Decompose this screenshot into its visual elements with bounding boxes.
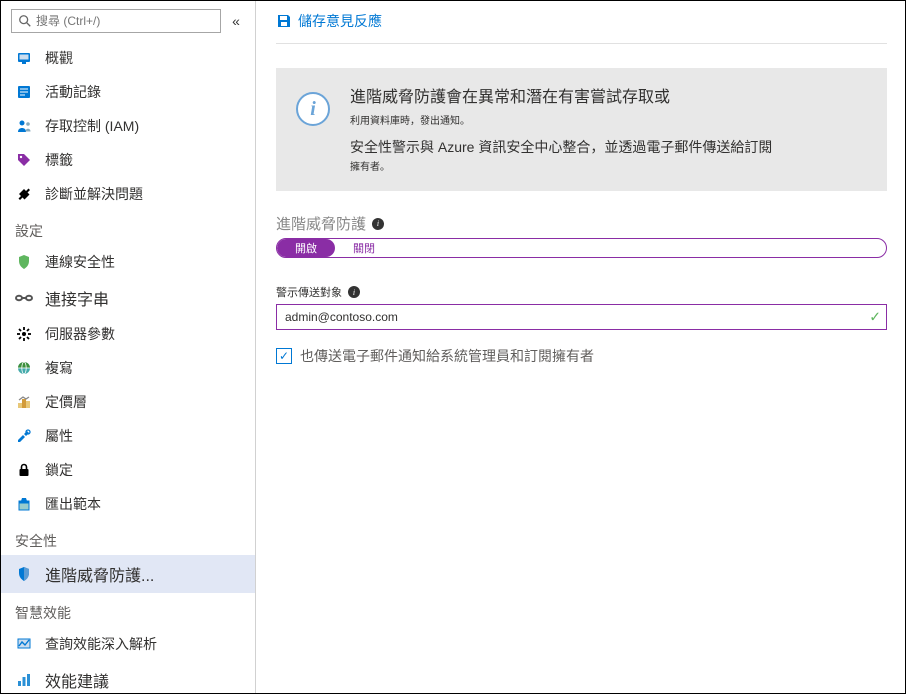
- properties-icon: [15, 427, 33, 445]
- save-icon: [276, 13, 292, 29]
- sidebar-item-diagnose[interactable]: 診斷並解決問題: [1, 177, 255, 211]
- sidebar-item-label: 診斷並解決問題: [45, 184, 241, 204]
- toolbar: 儲存意見反應: [276, 7, 887, 44]
- info-line2-sub: 擁有者。: [350, 158, 867, 173]
- sidebar-item-label: 活動記錄: [45, 82, 241, 102]
- sidebar-item-query-perf[interactable]: 查詢效能深入解析: [1, 627, 255, 661]
- sidebar-item-label: 查詢效能深入解析: [45, 634, 241, 654]
- sidebar-item-server-params[interactable]: 伺服器參數: [1, 317, 255, 351]
- sidebar-item-replication[interactable]: 複寫: [1, 351, 255, 385]
- alerts-input-row: ✓: [276, 304, 887, 330]
- sidebar-item-label: 複寫: [45, 358, 241, 378]
- save-button[interactable]: 儲存意見反應: [276, 11, 382, 31]
- atp-toggle-off[interactable]: 關閉: [335, 239, 393, 257]
- sidebar-item-properties[interactable]: 屬性: [1, 419, 255, 453]
- sidebar-item-label: 定價層: [45, 392, 241, 412]
- info-line1: 進階威脅防護會在異常和潛在有害嘗試存取或: [350, 86, 867, 110]
- server-params-icon: [15, 325, 33, 343]
- alerts-label: 警示傳送對象: [276, 284, 342, 300]
- info-line2: 安全性警示與 Azure 資訊安全中心整合，並透過電子郵件傳送給訂閱: [350, 137, 867, 158]
- sidebar-item-label: 連線安全性: [45, 252, 241, 272]
- section-header: 安全性: [1, 521, 255, 555]
- info-dot-icon[interactable]: i: [372, 218, 384, 230]
- conn-string-icon: [15, 289, 33, 307]
- search-icon: [18, 14, 32, 28]
- export-icon: [15, 495, 33, 513]
- sidebar-item-label: 匯出範本: [45, 494, 241, 514]
- sidebar-item-tags[interactable]: 標籤: [1, 143, 255, 177]
- atp-label-row: 進階威脅防護 i: [276, 213, 887, 234]
- sidebar-item-perf-rec[interactable]: 效能建議: [1, 661, 255, 693]
- collapse-sidebar-button[interactable]: «: [227, 13, 245, 29]
- sidebar-item-label: 伺服器參數: [45, 324, 241, 344]
- sidebar-item-atp[interactable]: 進階威脅防護...: [1, 555, 255, 593]
- section-header: 設定: [1, 211, 255, 245]
- main-content: 儲存意見反應 i 進階威脅防護會在異常和潛在有害嘗試存取或 利用資料庫時，發出通…: [256, 1, 905, 693]
- atp-label: 進階威脅防護: [276, 213, 366, 234]
- activity-icon: [15, 83, 33, 101]
- diagnose-icon: [15, 185, 33, 203]
- sidebar-item-label: 存取控制 (IAM): [45, 116, 241, 136]
- pricing-icon: [15, 393, 33, 411]
- atp-toggle-on[interactable]: 開啟: [277, 239, 335, 257]
- alerts-label-row: 警示傳送對象 i: [276, 284, 887, 300]
- info-icon: i: [296, 92, 330, 126]
- conn-security-icon: [15, 253, 33, 271]
- sidebar-item-export[interactable]: 匯出範本: [1, 487, 255, 521]
- sidebar: « 概觀活動記錄存取控制 (IAM) 標籤診斷並解決問題設定連線安全性連接字串伺服…: [1, 1, 256, 693]
- iam-icon: [15, 117, 33, 135]
- sidebar-item-label: 效能建議: [45, 668, 241, 692]
- sidebar-item-locks[interactable]: 鎖定: [1, 453, 255, 487]
- info-box: i 進階威脅防護會在異常和潛在有害嘗試存取或 利用資料庫時，發出通知。 安全性警…: [276, 68, 887, 191]
- sidebar-item-label: 連接字串: [45, 286, 241, 310]
- search-input[interactable]: [36, 14, 214, 28]
- nav-list: 概觀活動記錄存取控制 (IAM) 標籤診斷並解決問題設定連線安全性連接字串伺服器參…: [1, 41, 255, 693]
- info-line1-sub: 利用資料庫時，發出通知。: [350, 112, 867, 127]
- check-icon: ✓: [869, 309, 881, 326]
- sidebar-item-label: 概觀: [45, 48, 241, 68]
- sidebar-item-label: 標籤: [45, 150, 241, 170]
- search-box[interactable]: [11, 9, 221, 33]
- sidebar-item-activity[interactable]: 活動記錄: [1, 75, 255, 109]
- sidebar-item-label: 鎖定: [45, 460, 241, 480]
- save-button-label: 儲存意見反應: [298, 11, 382, 31]
- alerts-input[interactable]: [276, 304, 887, 330]
- also-email-row: ✓ 也傳送電子郵件通知給系統管理員和訂閱擁有者: [276, 346, 887, 366]
- tags-icon: [15, 151, 33, 169]
- sidebar-item-iam[interactable]: 存取控制 (IAM): [1, 109, 255, 143]
- section-header: 智慧效能: [1, 593, 255, 627]
- locks-icon: [15, 461, 33, 479]
- also-email-checkbox[interactable]: ✓: [276, 348, 292, 364]
- sidebar-item-label: 進階威脅防護...: [45, 562, 241, 586]
- replication-icon: [15, 359, 33, 377]
- query-perf-icon: [15, 635, 33, 653]
- sidebar-item-overview[interactable]: 概觀: [1, 41, 255, 75]
- also-email-label: 也傳送電子郵件通知給系統管理員和訂閱擁有者: [300, 346, 594, 366]
- sidebar-item-conn-string[interactable]: 連接字串: [1, 279, 255, 317]
- info-dot-icon[interactable]: i: [348, 286, 360, 298]
- atp-toggle[interactable]: 開啟 關閉: [276, 238, 887, 258]
- sidebar-item-label: 屬性: [45, 426, 241, 446]
- search-row: «: [1, 1, 255, 41]
- sidebar-item-conn-security[interactable]: 連線安全性: [1, 245, 255, 279]
- info-text: 進階威脅防護會在異常和潛在有害嘗試存取或 利用資料庫時，發出通知。 安全性警示與…: [350, 86, 867, 173]
- atp-icon: [15, 565, 33, 583]
- perf-rec-icon: [15, 671, 33, 689]
- sidebar-item-pricing[interactable]: 定價層: [1, 385, 255, 419]
- overview-icon: [15, 49, 33, 67]
